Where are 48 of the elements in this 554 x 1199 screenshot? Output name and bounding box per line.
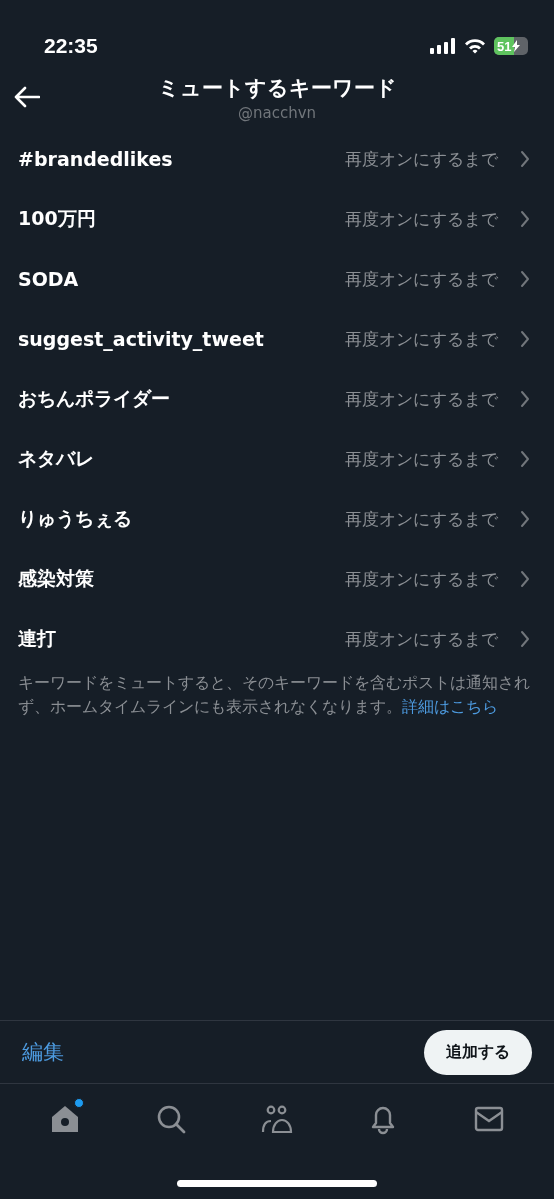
chevron-icon <box>520 330 530 348</box>
keyword-row[interactable]: SODA 再度オンにするまで <box>0 249 554 309</box>
add-button[interactable]: 追加する <box>424 1029 532 1075</box>
keyword-text: おちんポライダー <box>18 386 171 411</box>
keyword-text: 100万円 <box>18 206 97 231</box>
chevron-icon <box>520 270 530 288</box>
duration-text: 再度オンにするまで <box>345 627 498 651</box>
duration-text: 再度オンにするまで <box>345 447 498 471</box>
duration-text: 再度オンにするまで <box>345 207 498 231</box>
keyword-row[interactable]: 感染対策 再度オンにするまで <box>0 549 554 609</box>
wifi-icon <box>464 38 486 54</box>
keyword-text: ネタバレ <box>18 446 95 471</box>
chevron-icon <box>520 150 530 168</box>
chevron-icon <box>520 510 530 528</box>
keyword-text: suggest_activity_tweet <box>18 328 265 350</box>
duration-text: 再度オンにするまで <box>345 567 498 591</box>
keyword-row[interactable]: ネタバレ 再度オンにするまで <box>0 429 554 489</box>
learn-more-link[interactable]: 詳細はこちら <box>402 698 498 716</box>
keyword-row[interactable]: 連打 再度オンにするまで <box>0 609 554 669</box>
keyword-text: SODA <box>18 268 80 290</box>
keyword-row[interactable]: #brandedlikes 再度オンにするまで <box>0 129 554 189</box>
explanation-text: キーワードをミュートすると、そのキーワードを含むポストは通知されず、ホームタイムラインにも表示されなくなります。詳細はこちら <box>18 673 531 718</box>
keyword-row[interactable]: 100万円 再度オンにするまで <box>0 189 554 249</box>
keyword-text: 感染対策 <box>18 566 95 591</box>
keyword-row[interactable]: suggest_activity_tweet 再度オンにするまで <box>0 309 554 369</box>
edit-link[interactable]: 編集 <box>22 1038 64 1066</box>
duration-text: 再度オンにするまで <box>345 147 498 171</box>
notification-dot <box>74 1098 84 1108</box>
keyword-text: りゅうちぇる <box>18 506 133 531</box>
keyword-row[interactable]: りゅうちぇる 再度オンにするまで <box>0 489 554 549</box>
keyword-text: 連打 <box>18 626 57 651</box>
duration-text: 再度オンにするまで <box>345 327 498 351</box>
back-button[interactable] <box>14 86 40 108</box>
keyword-row[interactable]: おちんポライダー 再度オンにするまで <box>0 369 554 429</box>
chevron-icon <box>520 450 530 468</box>
battery-icon: 51 <box>494 37 528 55</box>
duration-text: 再度オンにするまで <box>345 387 498 411</box>
chevron-icon <box>520 630 530 648</box>
duration-text: 再度オンにするまで <box>345 267 498 291</box>
keyword-text: #brandedlikes <box>18 148 174 170</box>
status-time: 22:35 <box>44 34 98 58</box>
chevron-icon <box>520 570 530 588</box>
chevron-icon <box>520 210 530 228</box>
page-title: ミュートするキーワード <box>157 75 397 102</box>
duration-text: 再度オンにするまで <box>345 507 498 531</box>
signal-icon <box>430 38 456 54</box>
account-handle: @nacchvn <box>237 104 317 122</box>
chevron-icon <box>520 390 530 408</box>
